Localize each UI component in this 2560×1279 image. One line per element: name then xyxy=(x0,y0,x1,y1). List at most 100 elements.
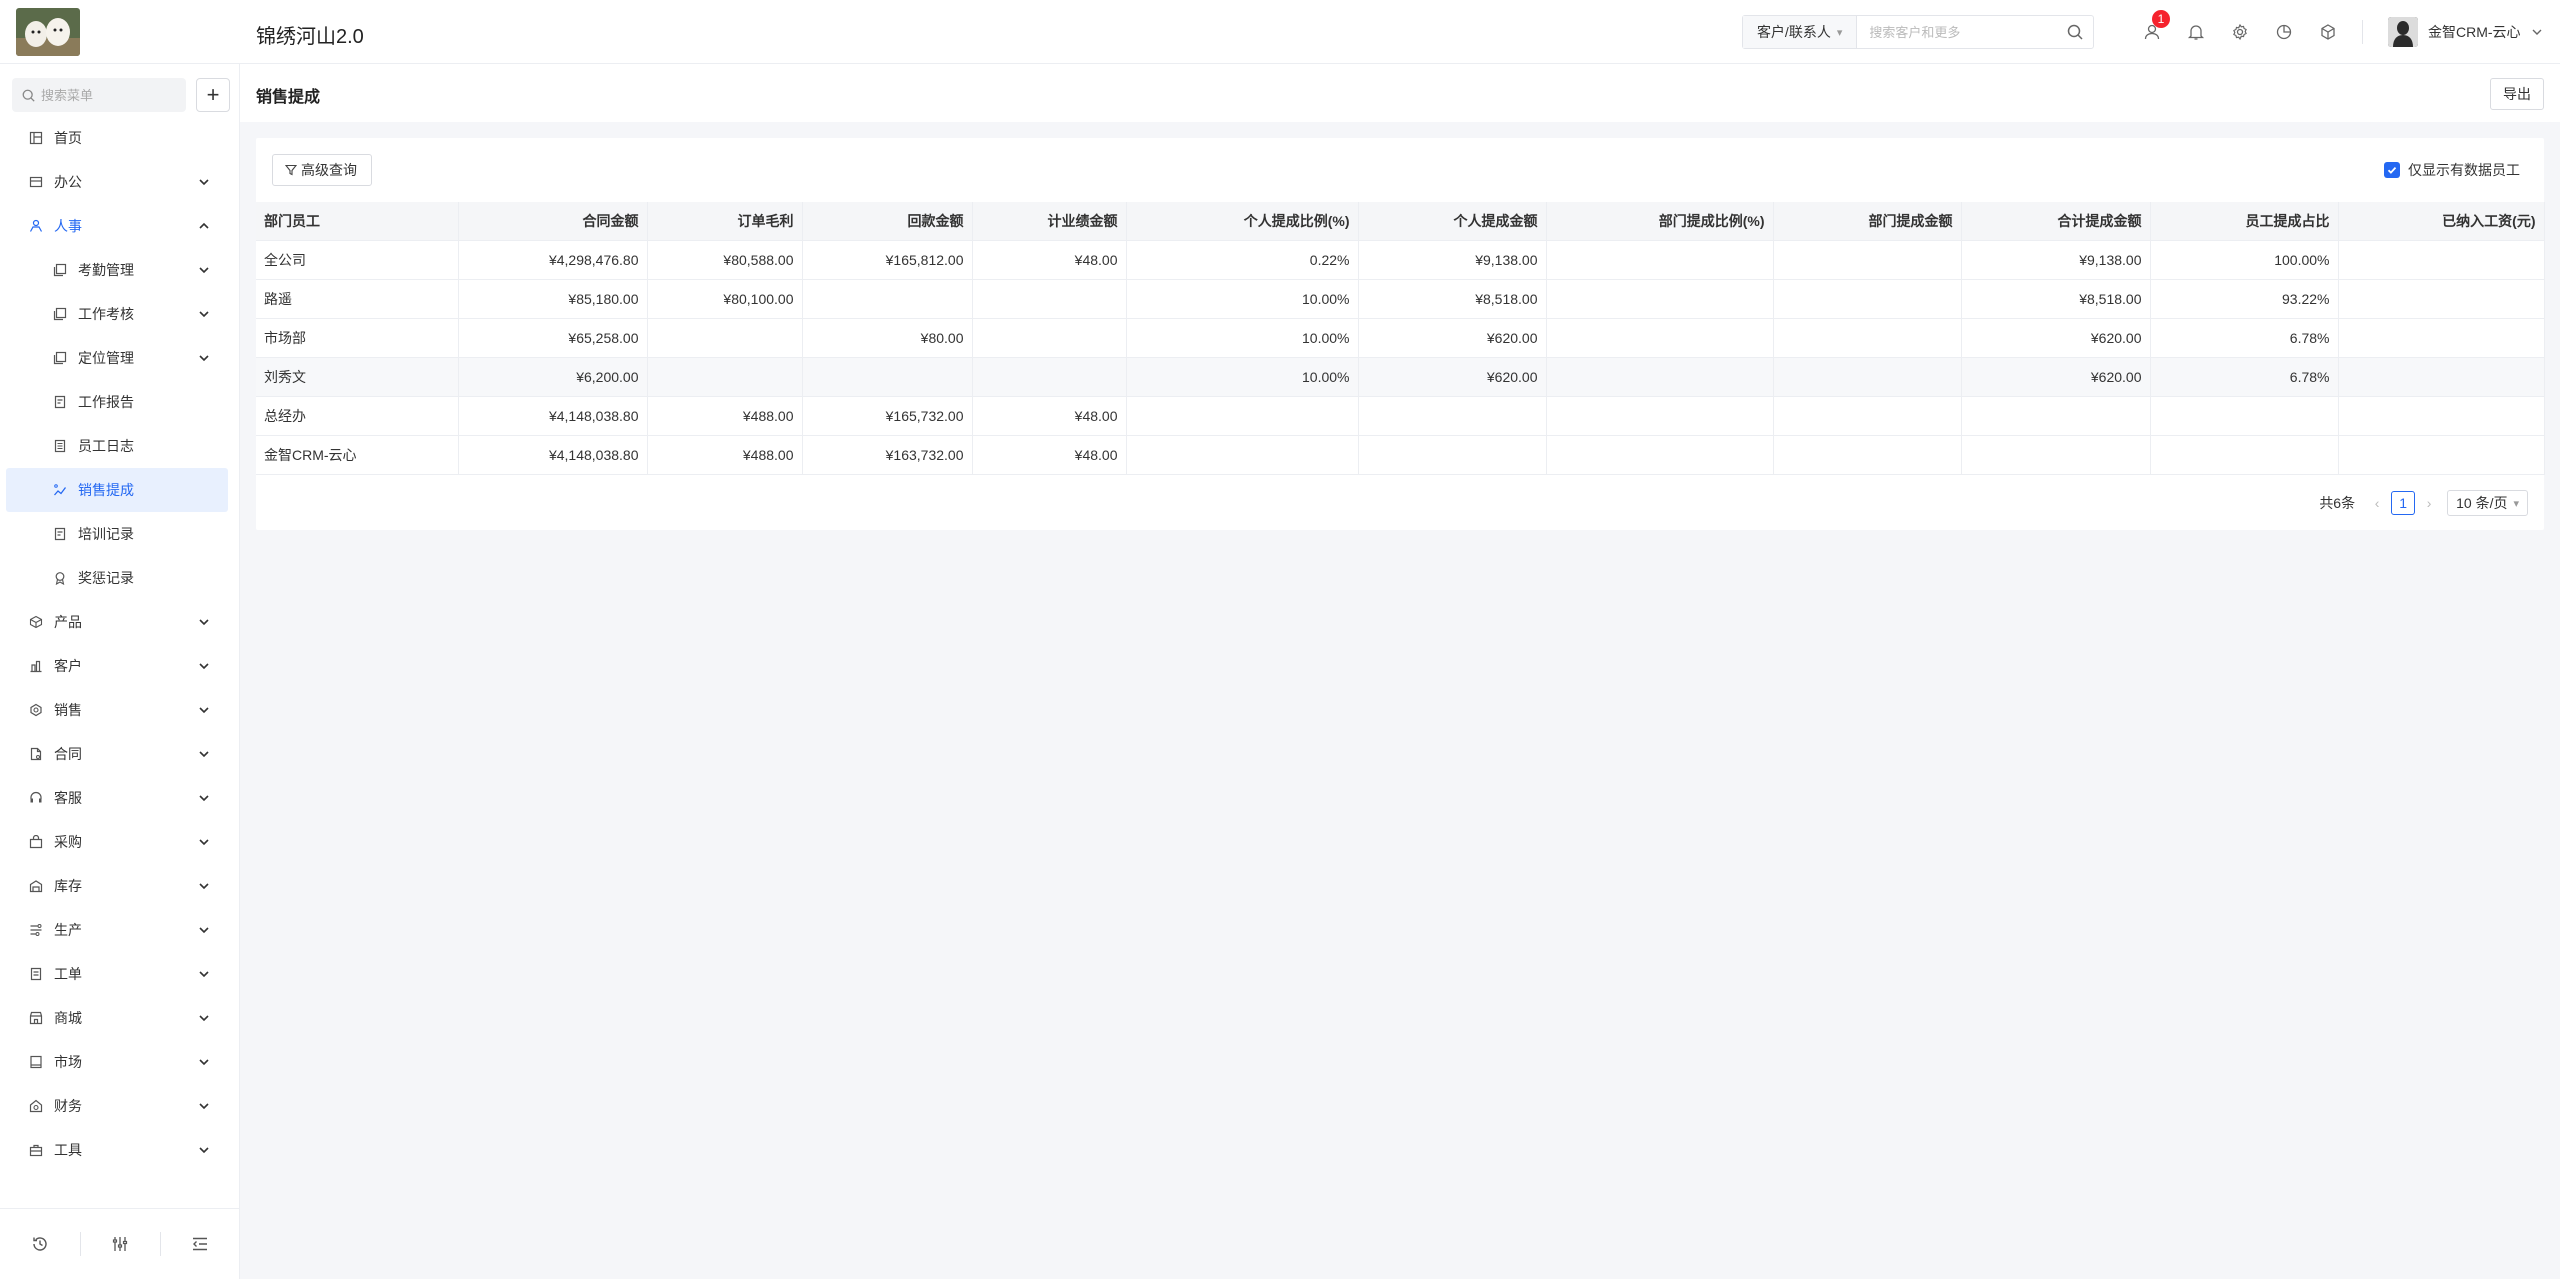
table-cell-link[interactable]: ¥165,732.00 xyxy=(802,396,973,436)
menu-search-input[interactable] xyxy=(41,87,171,103)
sidebar-item-contract[interactable]: 合同 xyxy=(0,732,240,776)
sidebar-item-home[interactable]: 首页 xyxy=(0,116,240,160)
table-cell-link[interactable] xyxy=(972,357,1127,397)
sidebar-item-market[interactable]: 市场 xyxy=(0,1040,240,1084)
table-cell-link[interactable] xyxy=(972,279,1127,319)
gear-icon[interactable] xyxy=(2224,16,2256,48)
table-cell-link[interactable]: ¥65,258.00 xyxy=(458,318,648,358)
column-header[interactable]: 个人提成金额 xyxy=(1358,202,1547,241)
sidebar-item-tools[interactable]: 工具 xyxy=(0,1128,240,1172)
export-button[interactable]: 导出 xyxy=(2490,78,2544,110)
sidebar-item-location[interactable]: 定位管理 xyxy=(0,336,240,380)
bell-icon[interactable] xyxy=(2180,16,2212,48)
history-icon[interactable] xyxy=(0,1228,80,1260)
table-cell-link[interactable] xyxy=(802,279,973,319)
table-cell-link[interactable]: ¥80,588.00 xyxy=(647,240,803,280)
app-logo[interactable] xyxy=(16,8,80,56)
search-input[interactable] xyxy=(1857,16,2058,48)
sidebar-item-mall[interactable]: 商城 xyxy=(0,996,240,1040)
column-header[interactable]: 个人提成比例(%) xyxy=(1126,202,1359,241)
table-cell-link[interactable]: ¥4,148,038.80 xyxy=(458,396,648,436)
collapse-menu-icon[interactable] xyxy=(160,1228,240,1260)
column-header[interactable]: 合计提成金额 xyxy=(1961,202,2151,241)
table-cell xyxy=(2338,357,2545,397)
page-number-current[interactable]: 1 xyxy=(2391,491,2416,515)
table-cell-link[interactable]: ¥85,180.00 xyxy=(458,279,648,319)
column-header[interactable]: 部门提成金额 xyxy=(1773,202,1962,241)
table-cell-link[interactable]: ¥165,812.00 xyxy=(802,240,973,280)
sidebar-item-award[interactable]: 奖惩记录 xyxy=(0,556,240,600)
table-cell: ¥9,138.00 xyxy=(1961,240,2151,280)
table-cell-link[interactable]: ¥163,732.00 xyxy=(802,435,973,475)
column-header[interactable]: 回款金额 xyxy=(802,202,973,241)
sidebar-item-sales[interactable]: 销售 xyxy=(0,688,240,732)
table-cell-link[interactable] xyxy=(647,357,803,397)
sidebar-item-product[interactable]: 产品 xyxy=(0,600,240,644)
table-cell: 路遥 xyxy=(256,279,459,319)
search-icon[interactable] xyxy=(2057,16,2093,48)
table-cell-link[interactable] xyxy=(802,357,973,397)
avatar xyxy=(2388,17,2418,47)
column-header[interactable]: 员工提成占比 xyxy=(2150,202,2339,241)
only-data-staff-checkbox[interactable]: 仅显示有数据员工 xyxy=(2384,160,2520,180)
page-size-select[interactable]: 10 条/页 ▾ xyxy=(2447,490,2528,516)
contacts-icon[interactable]: 1 xyxy=(2136,10,2170,48)
cube-icon[interactable] xyxy=(2312,16,2344,48)
column-header[interactable]: 订单毛利 xyxy=(647,202,803,241)
sidebar-item-staff-log[interactable]: 员工日志 xyxy=(0,424,240,468)
advanced-query-label: 高级查询 xyxy=(301,162,357,178)
table-cell: ¥9,138.00 xyxy=(1358,240,1547,280)
sidebar-item-service[interactable]: 客服 xyxy=(0,776,240,820)
table-cell-link[interactable]: ¥80.00 xyxy=(802,318,973,358)
sidebar-item-customer[interactable]: 客户 xyxy=(0,644,240,688)
table-cell-link[interactable]: ¥4,148,038.80 xyxy=(458,435,648,475)
table-cell-link[interactable]: ¥488.00 xyxy=(647,435,803,475)
table-cell-link[interactable]: ¥48.00 xyxy=(972,396,1127,436)
assessment-icon xyxy=(52,306,68,322)
advanced-query-button[interactable]: 高级查询 xyxy=(272,154,372,186)
chevron-down-icon xyxy=(199,971,209,978)
search-scope-select[interactable]: 客户/联系人 ▾ xyxy=(1743,16,1858,48)
user-menu[interactable]: 金智CRM-云心 xyxy=(2388,16,2543,48)
award-icon xyxy=(52,570,68,586)
column-header[interactable]: 计业绩金额 xyxy=(972,202,1127,241)
table-cell-link[interactable]: ¥48.00 xyxy=(972,435,1127,475)
sidebar-item-office[interactable]: 办公 xyxy=(0,160,240,204)
sidebar-item-purchase[interactable]: 采购 xyxy=(0,820,240,864)
table-cell-link[interactable]: ¥4,298,476.80 xyxy=(458,240,648,280)
chevron-left-icon[interactable]: ‹ xyxy=(2369,495,2385,511)
pie-chart-icon[interactable] xyxy=(2268,16,2300,48)
column-header[interactable]: 部门提成比例(%) xyxy=(1546,202,1774,241)
sidebar-item-label: 市场 xyxy=(54,1054,82,1070)
column-header[interactable]: 已纳入工资(元) xyxy=(2338,202,2545,241)
sidebar-item-attendance[interactable]: 考勤管理 xyxy=(0,248,240,292)
table-cell: 10.00% xyxy=(1126,357,1359,397)
sidebar-item-finance[interactable]: 财务 xyxy=(0,1084,240,1128)
sidebar-item-sales-commission[interactable]: 销售提成 xyxy=(6,468,228,512)
table-cell: ¥620.00 xyxy=(1961,318,2151,358)
chevron-right-icon[interactable]: › xyxy=(2421,495,2437,511)
sidebar-item-hr[interactable]: 人事 xyxy=(0,204,240,248)
table-cell-link[interactable]: ¥48.00 xyxy=(972,240,1127,280)
sidebar-item-workorder[interactable]: 工单 xyxy=(0,952,240,996)
add-button[interactable]: + xyxy=(196,78,230,112)
only-data-staff-label: 仅显示有数据员工 xyxy=(2408,162,2520,178)
sidebar-item-work-report[interactable]: 工作报告 xyxy=(0,380,240,424)
sidebar-item-training[interactable]: 培训记录 xyxy=(0,512,240,556)
sidebar-item-production[interactable]: 生产 xyxy=(0,908,240,952)
sliders-icon[interactable] xyxy=(80,1228,160,1260)
sidebar-item-label: 财务 xyxy=(54,1098,82,1114)
column-header[interactable]: 部门员工 xyxy=(256,202,459,241)
table-cell xyxy=(1546,435,1774,475)
table-cell-link[interactable]: ¥80,100.00 xyxy=(647,279,803,319)
column-header[interactable]: 合同金额 xyxy=(458,202,648,241)
table-cell-link[interactable]: ¥6,200.00 xyxy=(458,357,648,397)
sidebar-item-inventory[interactable]: 库存 xyxy=(0,864,240,908)
table-cell-link[interactable]: ¥488.00 xyxy=(647,396,803,436)
table-cell-link[interactable] xyxy=(647,318,803,358)
table-cell xyxy=(2338,396,2545,436)
table-cell: 10.00% xyxy=(1126,279,1359,319)
filter-icon xyxy=(285,164,297,176)
sidebar-item-assessment[interactable]: 工作考核 xyxy=(0,292,240,336)
table-cell-link[interactable] xyxy=(972,318,1127,358)
